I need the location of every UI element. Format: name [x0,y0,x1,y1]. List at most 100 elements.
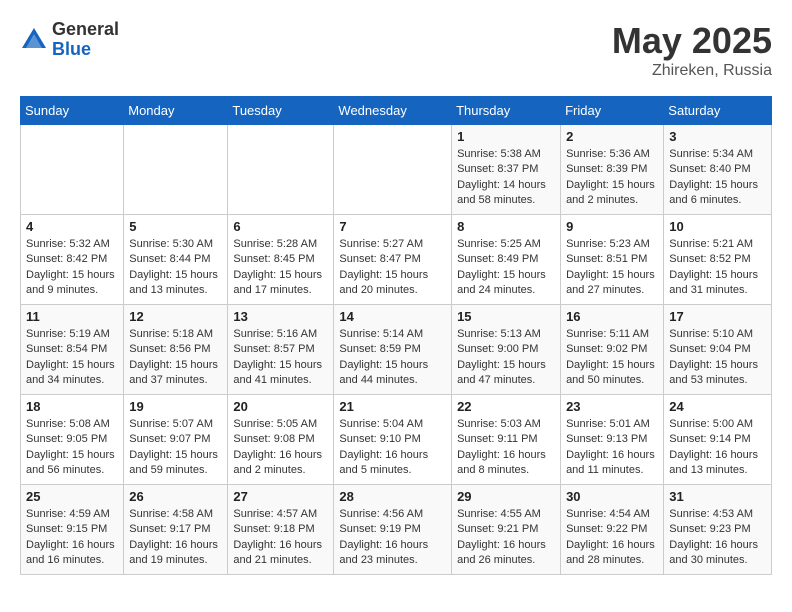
logo-blue-text: Blue [52,40,119,60]
weekday-header-sunday: Sunday [21,97,124,125]
weekday-header-thursday: Thursday [452,97,561,125]
calendar-cell [124,125,228,215]
day-number: 22 [457,399,555,414]
calendar-cell: 19Sunrise: 5:07 AMSunset: 9:07 PMDayligh… [124,395,228,485]
day-info: Sunrise: 4:53 AMSunset: 9:23 PMDaylight:… [669,507,766,569]
day-info: Sunrise: 5:38 AMSunset: 8:37 PMDaylight:… [457,147,555,209]
calendar-cell: 17Sunrise: 5:10 AMSunset: 9:04 PMDayligh… [664,305,772,395]
day-info: Sunrise: 5:00 AMSunset: 9:14 PMDaylight:… [669,417,766,479]
day-info: Sunrise: 5:08 AMSunset: 9:05 PMDaylight:… [26,417,118,479]
day-info: Sunrise: 5:13 AMSunset: 9:00 PMDaylight:… [457,327,555,389]
day-info: Sunrise: 5:05 AMSunset: 9:08 PMDaylight:… [233,417,328,479]
calendar-cell: 7 Sunrise: 5:27 AMSunset: 8:47 PMDaylight… [334,215,452,305]
day-number: 26 [129,489,222,504]
day-number: 7 [339,219,446,234]
calendar-cell [334,125,452,215]
day-number: 31 [669,489,766,504]
calendar-week-row: 11Sunrise: 5:19 AMSunset: 8:54 PMDayligh… [21,305,772,395]
day-number: 10 [669,219,766,234]
day-number: 30 [566,489,658,504]
day-number: 15 [457,309,555,324]
day-number: 17 [669,309,766,324]
calendar-cell: 26 Sunrise: 4:58 AMSunset: 9:17 PMDayligh… [124,485,228,575]
calendar-subtitle: Zhireken, Russia [612,62,772,80]
day-number: 8 [457,219,555,234]
day-info: Sunrise: 5:03 AMSunset: 9:11 PMDaylight:… [457,417,555,479]
logo: General Blue [20,20,119,60]
day-info: Sunrise: 5:25 AMSunset: 8:49 PMDaylight:… [457,237,555,299]
weekday-header-saturday: Saturday [664,97,772,125]
calendar-title: May 2025 [612,20,772,62]
day-info: Sunrise: 4:58 AMSunset: 9:17 PMDaylight:… [129,507,222,569]
day-number: 27 [233,489,328,504]
calendar-cell: 21 Sunrise: 5:04 AMSunset: 9:10 PMDayligh… [334,395,452,485]
day-info: Sunrise: 4:55 AMSunset: 9:21 PMDaylight:… [457,507,555,569]
calendar-cell: 10Sunrise: 5:21 AMSunset: 8:52 PMDayligh… [664,215,772,305]
calendar-cell [21,125,124,215]
day-number: 3 [669,129,766,144]
calendar-cell: 23Sunrise: 5:01 AMSunset: 9:13 PMDayligh… [561,395,664,485]
day-info: Sunrise: 5:32 AMSunset: 8:42 PMDaylight:… [26,237,118,299]
page-header: General Blue May 2025 Zhireken, Russia [20,20,772,80]
calendar-cell: 13 Sunrise: 5:16 AMSunset: 8:57 PMDayligh… [228,305,334,395]
calendar-week-row: 1 Sunrise: 5:38 AMSunset: 8:37 PMDaylight… [21,125,772,215]
calendar-cell: 9 Sunrise: 5:23 AMSunset: 8:51 PMDaylight… [561,215,664,305]
calendar-cell: 24Sunrise: 5:00 AMSunset: 9:14 PMDayligh… [664,395,772,485]
calendar-cell: 16 Sunrise: 5:11 AMSunset: 9:02 PMDayligh… [561,305,664,395]
day-number: 23 [566,399,658,414]
weekday-header-wednesday: Wednesday [334,97,452,125]
day-number: 29 [457,489,555,504]
calendar-cell: 30Sunrise: 4:54 AMSunset: 9:22 PMDayligh… [561,485,664,575]
logo-icon [20,26,48,54]
day-number: 9 [566,219,658,234]
calendar-week-row: 25 Sunrise: 4:59 AMSunset: 9:15 PMDayligh… [21,485,772,575]
day-info: Sunrise: 4:59 AMSunset: 9:15 PMDaylight:… [26,507,118,569]
day-number: 16 [566,309,658,324]
calendar-cell: 5 Sunrise: 5:30 AMSunset: 8:44 PMDaylight… [124,215,228,305]
calendar-cell: 2Sunrise: 5:36 AMSunset: 8:39 PMDaylight… [561,125,664,215]
calendar-cell: 4Sunrise: 5:32 AMSunset: 8:42 PMDaylight… [21,215,124,305]
day-info: Sunrise: 5:16 AMSunset: 8:57 PMDaylight:… [233,327,328,389]
title-block: May 2025 Zhireken, Russia [612,20,772,80]
calendar-cell: 3Sunrise: 5:34 AMSunset: 8:40 PMDaylight… [664,125,772,215]
calendar-cell: 1 Sunrise: 5:38 AMSunset: 8:37 PMDaylight… [452,125,561,215]
day-info: Sunrise: 5:14 AMSunset: 8:59 PMDaylight:… [339,327,446,389]
calendar-cell: 15 Sunrise: 5:13 AMSunset: 9:00 PMDayligh… [452,305,561,395]
day-info: Sunrise: 5:11 AMSunset: 9:02 PMDaylight:… [566,327,658,389]
day-number: 25 [26,489,118,504]
calendar-week-row: 4Sunrise: 5:32 AMSunset: 8:42 PMDaylight… [21,215,772,305]
day-number: 21 [339,399,446,414]
calendar-cell: 20 Sunrise: 5:05 AMSunset: 9:08 PMDayligh… [228,395,334,485]
calendar-cell: 22 Sunrise: 5:03 AMSunset: 9:11 PMDayligh… [452,395,561,485]
day-number: 2 [566,129,658,144]
day-info: Sunrise: 5:04 AMSunset: 9:10 PMDaylight:… [339,417,446,479]
day-info: Sunrise: 5:30 AMSunset: 8:44 PMDaylight:… [129,237,222,299]
day-info: Sunrise: 4:57 AMSunset: 9:18 PMDaylight:… [233,507,328,569]
day-number: 20 [233,399,328,414]
weekday-header-monday: Monday [124,97,228,125]
day-number: 1 [457,129,555,144]
calendar-cell: 29 Sunrise: 4:55 AMSunset: 9:21 PMDayligh… [452,485,561,575]
day-number: 6 [233,219,328,234]
calendar-cell: 27 Sunrise: 4:57 AMSunset: 9:18 PMDayligh… [228,485,334,575]
weekday-header-row: SundayMondayTuesdayWednesdayThursdayFrid… [21,97,772,125]
calendar-cell: 18Sunrise: 5:08 AMSunset: 9:05 PMDayligh… [21,395,124,485]
day-info: Sunrise: 5:19 AMSunset: 8:54 PMDaylight:… [26,327,118,389]
day-info: Sunrise: 5:27 AMSunset: 8:47 PMDaylight:… [339,237,446,299]
calendar-cell: 8 Sunrise: 5:25 AMSunset: 8:49 PMDaylight… [452,215,561,305]
day-number: 14 [339,309,446,324]
day-number: 5 [129,219,222,234]
calendar-cell: 6Sunrise: 5:28 AMSunset: 8:45 PMDaylight… [228,215,334,305]
calendar-cell: 14 Sunrise: 5:14 AMSunset: 8:59 PMDayligh… [334,305,452,395]
calendar-cell: 25 Sunrise: 4:59 AMSunset: 9:15 PMDayligh… [21,485,124,575]
calendar-cell [228,125,334,215]
day-number: 12 [129,309,222,324]
day-info: Sunrise: 5:23 AMSunset: 8:51 PMDaylight:… [566,237,658,299]
day-number: 19 [129,399,222,414]
calendar-cell: 31 Sunrise: 4:53 AMSunset: 9:23 PMDayligh… [664,485,772,575]
weekday-header-tuesday: Tuesday [228,97,334,125]
day-number: 13 [233,309,328,324]
calendar-cell: 28Sunrise: 4:56 AMSunset: 9:19 PMDayligh… [334,485,452,575]
calendar-week-row: 18Sunrise: 5:08 AMSunset: 9:05 PMDayligh… [21,395,772,485]
logo-general-text: General [52,20,119,40]
